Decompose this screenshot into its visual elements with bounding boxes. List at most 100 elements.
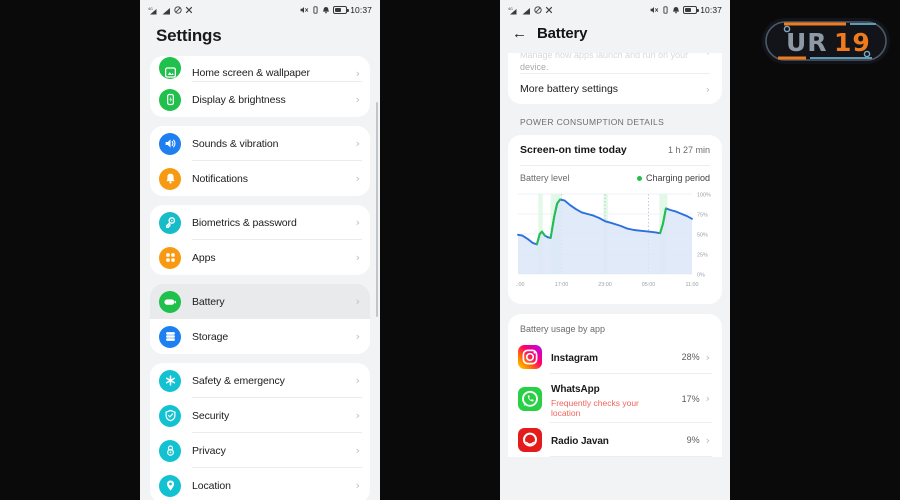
bluetooth-off-icon: [545, 6, 553, 14]
x-axis-tick-label: 05:00: [642, 282, 656, 288]
privacy-lock-icon: [159, 439, 181, 462]
chevron-right-icon: ›: [705, 392, 710, 405]
battery-status-bar: 4G 10:37: [500, 0, 730, 20]
settings-item-label: Security: [192, 409, 230, 422]
speaker-icon: [159, 132, 181, 155]
more-battery-settings-label: More battery settings: [520, 83, 619, 95]
x-axis-tick-label: 11:00: [685, 282, 698, 288]
status-bar-right-icons: 10:37: [300, 5, 372, 15]
sound-off-icon: [650, 7, 659, 13]
battery-icon: [683, 6, 699, 14]
sidebar-item-security[interactable]: Security ›: [150, 398, 370, 433]
settings-item-label: Safety & emergency: [192, 374, 285, 387]
settings-item-label: Sounds & vibration: [192, 137, 279, 150]
app-name: WhatsApp: [551, 384, 600, 395]
app-battery-percent: 28%: [681, 352, 700, 362]
app-info: Instagram: [551, 348, 682, 366]
settings-scrollbar[interactable]: [376, 102, 378, 317]
sidebar-item-display-brightness[interactable]: Display & brightness ›: [150, 82, 370, 117]
settings-status-bar: 4G 10:37: [140, 0, 380, 20]
settings-group-card: Biometrics & password › Apps ›: [150, 205, 370, 275]
clipped-description-line2: device.: [520, 62, 549, 72]
settings-list-scroll[interactable]: Home screen & wallpaper › Display & bright…: [140, 56, 380, 500]
settings-item-label: Home screen & wallpaper: [192, 67, 310, 79]
chevron-right-icon: ›: [707, 53, 710, 59]
settings-item-label: Privacy: [192, 444, 226, 457]
mute-icon: [534, 6, 542, 14]
sidebar-item-battery[interactable]: Battery ›: [150, 284, 370, 319]
status-bar-clock: 10:37: [350, 5, 372, 15]
signal-bars-icon: [162, 7, 170, 14]
y-axis-tick-label: 25%: [697, 252, 708, 258]
chevron-right-icon: ›: [705, 82, 710, 96]
sidebar-item-safety-emergency[interactable]: Safety & emergency ›: [150, 363, 370, 398]
legend-dot-icon: [636, 175, 642, 181]
radiojavan-icon: [518, 428, 542, 452]
display-brightness-icon: [159, 88, 181, 111]
chevron-right-icon: ›: [355, 216, 360, 229]
screen-on-time-label: Screen-on time today: [520, 144, 627, 156]
chevron-right-icon: ›: [705, 433, 710, 447]
battery-icon: [333, 6, 349, 14]
x-axis-tick-label: 23:00: [598, 282, 612, 288]
settings-group-card: Home screen & wallpaper › Display & bright…: [150, 56, 370, 117]
sidebar-item-apps[interactable]: Apps ›: [150, 240, 370, 275]
status-bar-left-icons: 4G: [148, 6, 193, 15]
y-axis-tick-label: 100%: [697, 192, 711, 198]
chevron-right-icon: ›: [705, 350, 710, 364]
chevron-right-icon: ›: [355, 172, 360, 185]
more-battery-settings-row[interactable]: More battery settings ›: [508, 74, 722, 104]
sidebar-item-notifications[interactable]: Notifications ›: [150, 161, 370, 196]
app-usage-row[interactable]: Instagram 28% ›: [508, 340, 722, 374]
svg-text:4G: 4G: [508, 7, 513, 11]
settings-item-label: Battery: [192, 295, 225, 308]
location-pin-icon: [159, 474, 181, 497]
settings-item-label: Biometrics & password: [192, 216, 297, 229]
chevron-right-icon: ›: [355, 330, 360, 343]
sidebar-item-biometrics-password[interactable]: Biometrics & password ›: [150, 205, 370, 240]
legend-battery-level-label: Battery level: [520, 173, 570, 183]
settings-phone-panel: 4G 10:37 Settings Home screen & wallpape…: [140, 0, 380, 500]
battery-phone-panel: 4G 10:37 ← Battery Manage how apps launc…: [500, 0, 730, 500]
storage-icon: [159, 325, 181, 348]
app-warning-text: Frequently checks your location: [551, 398, 639, 418]
bell-icon: [159, 167, 181, 190]
watermark-logo: UR 19: [762, 18, 890, 64]
alarm-icon: [323, 7, 330, 14]
chevron-right-icon: ›: [355, 137, 360, 150]
y-axis-tick-label: 0%: [697, 272, 705, 278]
key-icon: [159, 211, 181, 234]
chevron-right-icon: ›: [355, 444, 360, 457]
settings-item-label: Display & brightness: [192, 93, 286, 106]
sidebar-item-privacy[interactable]: Privacy ›: [150, 433, 370, 468]
signal-bars-icon: [522, 7, 530, 14]
settings-item-label: Notifications: [192, 172, 248, 185]
sidebar-item-home-screen-wallpaper[interactable]: Home screen & wallpaper ›: [150, 56, 370, 82]
mute-icon: [174, 6, 182, 14]
sidebar-item-storage[interactable]: Storage ›: [150, 319, 370, 354]
clipped-description-line1: Manage how apps launch and run on your: [520, 53, 689, 60]
sidebar-item-sounds-vibration[interactable]: Sounds & vibration ›: [150, 126, 370, 161]
bluetooth-off-icon: [185, 6, 193, 14]
back-arrow-icon[interactable]: ←: [512, 26, 527, 41]
alarm-icon: [673, 7, 680, 14]
vibrate-icon: [663, 6, 668, 14]
sound-off-icon: [300, 7, 309, 13]
chart-legend: Battery level Charging period: [508, 166, 722, 185]
clipped-description: Manage how apps launch and run on your d…: [508, 53, 722, 73]
screen-on-time-value: 1 h 27 min: [667, 145, 710, 155]
app-usage-row[interactable]: WhatsApp Frequently checks your location 1…: [508, 374, 722, 423]
power-consumption-section-header: POWER CONSUMPTION DETAILS: [520, 117, 665, 127]
app-name: Instagram: [551, 353, 598, 364]
app-usage-row[interactable]: Radio Javan 9% ›: [508, 423, 722, 457]
shield-check-icon: [159, 404, 181, 427]
sidebar-item-location[interactable]: Location ›: [150, 468, 370, 500]
y-axis-tick-label: 50%: [697, 232, 708, 238]
apps-grid-icon: [159, 246, 181, 269]
chevron-right-icon: ›: [355, 93, 360, 106]
page-title: Battery: [537, 25, 588, 42]
settings-item-label: Storage: [192, 330, 229, 343]
chevron-right-icon: ›: [355, 67, 360, 80]
battery-usage-by-app-header: Battery usage by app: [520, 324, 606, 334]
status-bar-right-icons-2: 10:37: [650, 5, 722, 15]
